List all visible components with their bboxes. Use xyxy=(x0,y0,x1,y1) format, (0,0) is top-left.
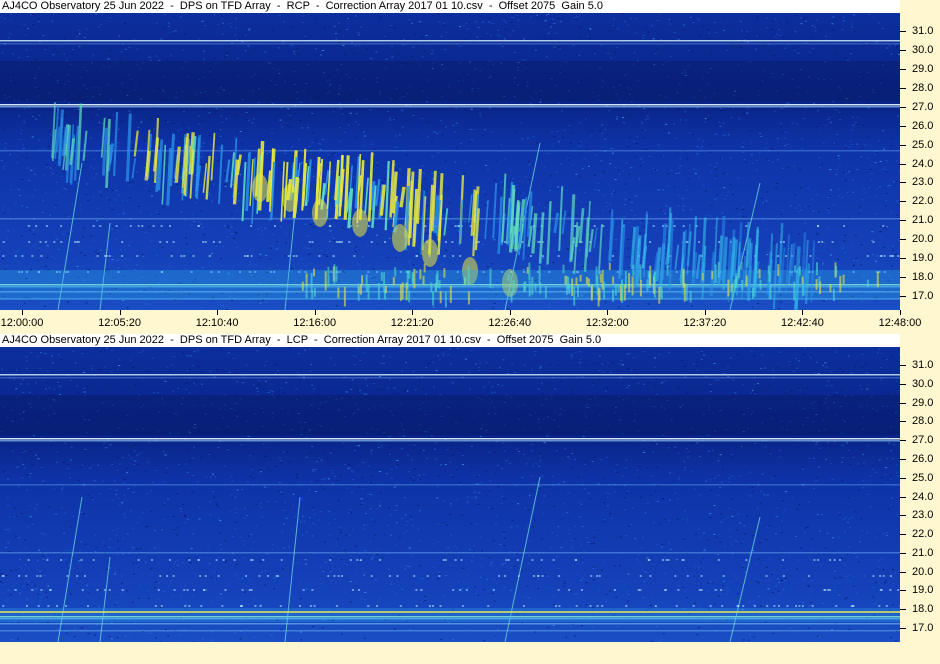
frequency-label: 22.0 xyxy=(912,528,934,541)
frequency-tick xyxy=(900,552,906,554)
frequency-label: 24.0 xyxy=(912,490,934,503)
frequency-label: 17.0 xyxy=(912,622,934,634)
frequency-label: 19.0 xyxy=(912,252,934,265)
frequency-label: 29.0 xyxy=(912,62,934,75)
frequency-label: 27.0 xyxy=(912,434,934,447)
time-label: 12:21:20 xyxy=(390,317,434,329)
frequency-label: 21.0 xyxy=(912,214,934,227)
spectrogram-lcp xyxy=(0,347,900,642)
frequency-tick xyxy=(900,590,906,592)
time-label: 12:42:40 xyxy=(781,317,824,329)
time-tick xyxy=(704,310,706,315)
frequency-tick xyxy=(900,49,906,51)
frequency-label: 18.0 xyxy=(912,271,934,284)
frequency-tick xyxy=(900,106,906,108)
spectrogram-rcp-canvas xyxy=(0,13,900,310)
frequency-label: 26.0 xyxy=(912,452,934,465)
frequency-label: 30.0 xyxy=(912,43,934,56)
frequency-tick xyxy=(900,402,906,404)
dark-band xyxy=(0,395,900,435)
frequency-label: 29.0 xyxy=(912,396,934,409)
frequency-label: 27.0 xyxy=(912,100,934,113)
time-label: 12:16:00 xyxy=(293,317,337,329)
frequency-tick xyxy=(900,421,906,423)
frequency-tick xyxy=(900,163,906,165)
frequency-label: 30.0 xyxy=(912,377,934,390)
frequency-axis-lcp: 31.0 30.0 29.0 28.0 27.0 26.0 25.0 24.0 23.0 22.0… xyxy=(900,347,940,642)
frequency-tick xyxy=(900,258,906,260)
frequency-tick xyxy=(900,125,906,127)
time-tick xyxy=(802,310,804,315)
frequency-tick xyxy=(900,534,906,536)
panel-title-rcp: AJ4CO Observatory 25 Jun 2022 - DPS on T… xyxy=(0,0,900,13)
frequency-tick xyxy=(900,201,906,203)
lower-band xyxy=(0,608,900,622)
time-label: 12:00:00 xyxy=(0,317,44,329)
frequency-tick xyxy=(900,440,906,442)
frequency-label: 23.0 xyxy=(912,176,934,189)
frequency-tick xyxy=(900,628,906,629)
spectrogram-rcp xyxy=(0,13,900,310)
frequency-axis-rcp: 31.0 30.0 29.0 28.0 27.0 26.0 25.0 24.0 23.0 22.0… xyxy=(900,13,940,310)
frequency-tick xyxy=(900,571,906,573)
time-label: 12:26:40 xyxy=(488,317,532,329)
frequency-tick xyxy=(900,87,906,89)
frequency-tick xyxy=(900,365,906,366)
frequency-tick xyxy=(900,609,906,611)
frequency-tick xyxy=(900,220,906,222)
frequency-label: 18.0 xyxy=(912,603,934,616)
time-axis: 12:00:00 12:05:20 12:10:40 12:16:00 12:21:20… xyxy=(0,310,940,334)
frequency-label: 28.0 xyxy=(912,81,934,94)
frequency-label: 28.0 xyxy=(912,415,934,428)
time-label: 12:05:20 xyxy=(98,317,141,329)
time-label: 12:37:20 xyxy=(683,317,727,329)
frequency-label: 23.0 xyxy=(912,509,934,522)
frequency-tick xyxy=(900,477,906,479)
frequency-label: 20.0 xyxy=(912,565,934,578)
time-tick xyxy=(314,310,316,315)
frequency-label: 22.0 xyxy=(912,195,934,208)
frequency-tick xyxy=(900,68,906,70)
frequency-label: 19.0 xyxy=(912,584,934,597)
frequency-tick xyxy=(900,383,906,385)
time-tick xyxy=(607,310,609,315)
frequency-label: 31.0 xyxy=(912,25,934,37)
dark-band xyxy=(0,61,900,101)
time-tick xyxy=(119,310,121,315)
frequency-label: 20.0 xyxy=(912,233,934,246)
frequency-label: 31.0 xyxy=(912,359,934,371)
frequency-label: 24.0 xyxy=(912,157,934,170)
frequency-tick xyxy=(900,277,906,279)
frequency-label: 17.0 xyxy=(912,290,934,302)
panel-title-lcp: AJ4CO Observatory 25 Jun 2022 - DPS on T… xyxy=(0,334,900,347)
frequency-tick xyxy=(900,31,906,32)
frequency-tick xyxy=(900,515,906,517)
frequency-tick xyxy=(900,144,906,146)
frequency-label: 26.0 xyxy=(912,119,934,132)
spectrogram-lcp-canvas xyxy=(0,347,900,642)
frequency-label: 21.0 xyxy=(912,546,934,559)
frequency-label: 25.0 xyxy=(912,471,934,484)
frequency-tick xyxy=(900,458,906,460)
time-tick xyxy=(509,310,511,315)
time-tick xyxy=(412,310,414,315)
frequency-label: 25.0 xyxy=(912,138,934,151)
frequency-tick xyxy=(900,296,906,297)
time-tick xyxy=(900,310,901,315)
time-label: 12:10:40 xyxy=(195,317,239,329)
time-label: 12:48:00 xyxy=(878,317,922,329)
time-label: 12:32:00 xyxy=(585,317,629,329)
frequency-tick xyxy=(900,496,906,498)
time-tick xyxy=(217,310,219,315)
frequency-tick xyxy=(900,182,906,184)
time-tick xyxy=(22,310,23,315)
frequency-tick xyxy=(900,239,906,241)
